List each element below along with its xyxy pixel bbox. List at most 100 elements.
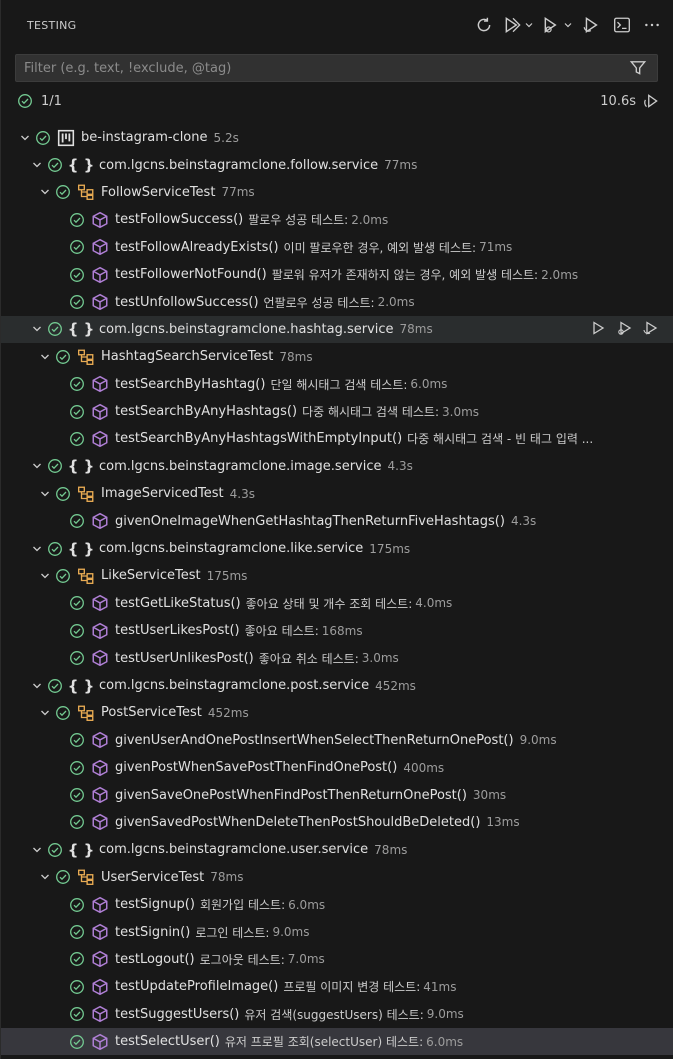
debug-test-button[interactable]	[616, 320, 632, 340]
chevron-down-icon[interactable]	[37, 705, 53, 721]
test-method-row[interactable]: testLogout() 로그아웃 테스트: 7.0ms	[1, 946, 673, 973]
expand-chevron	[41, 354, 49, 360]
filter-input[interactable]	[24, 60, 627, 76]
tree-node-package[interactable]: { } com.lgcns.beinstagramclone.like.servi…	[1, 535, 673, 562]
check-circle-icon	[56, 486, 70, 501]
test-method-row[interactable]: testFollowerNotFound() 팔로워 유저가 존재하지 않는 경우…	[1, 261, 673, 288]
tree-node-package[interactable]: { } com.lgcns.beinstagramclone.hashtag.se…	[1, 315, 673, 344]
node-name: PostServiceTest	[101, 705, 202, 721]
chevron-down-icon[interactable]	[37, 869, 53, 885]
cube-icon	[92, 649, 108, 667]
test-method-row[interactable]: givenUserAndOnePostInsertWhenSelectThenR…	[1, 727, 673, 754]
node-name: com.lgcns.beinstagramclone.hashtag.servi…	[99, 321, 394, 337]
check-circle-icon	[70, 240, 84, 255]
cube-icon	[92, 923, 108, 941]
method-cube-icon	[91, 950, 109, 968]
test-summary: 1/1 10.6s	[17, 88, 662, 114]
chevron-down-icon[interactable]	[37, 349, 53, 365]
test-method-row[interactable]: testSearchByAnyHashtagsWithEmptyInput() 다…	[1, 425, 673, 452]
show-output-button[interactable]	[611, 14, 633, 36]
cube-icon	[92, 403, 108, 420]
test-method-row[interactable]: testSignup() 회원가입 테스트: 6.0ms	[1, 891, 673, 918]
tree-node-package[interactable]: { } com.lgcns.beinstagramclone.post.servi…	[1, 672, 673, 699]
test-method-row[interactable]: testSelectUser() 유저 프로필 조회(selectUser) 테스…	[1, 1027, 673, 1056]
chevron-down-icon[interactable]	[17, 130, 33, 146]
tree-node-class[interactable]: UserServiceTest 78ms	[1, 864, 673, 891]
test-method-row[interactable]: givenSavedPostWhenDeleteThenPostShouldBe…	[1, 809, 673, 836]
test-method-row[interactable]: testFollowAlreadyExists() 이미 팔로우한 경우, 예외 …	[1, 234, 673, 261]
class-icon	[77, 485, 95, 503]
passed-icon	[18, 94, 32, 108]
node-duration: 77ms	[221, 185, 255, 200]
passed-icon	[69, 376, 85, 392]
tree-node-class[interactable]: PostServiceTest 452ms	[1, 699, 673, 726]
chevron-down-icon[interactable]	[29, 458, 45, 474]
package-braces-icon: { }	[67, 840, 95, 859]
run-coverage-button[interactable]	[581, 14, 603, 36]
test-method-row[interactable]: givenSaveOnePostWhenFindPostThenReturnOn…	[1, 781, 673, 808]
debug-tests-button[interactable]	[542, 14, 573, 36]
tree-node-project[interactable]: be-instagram-clone 5.2s	[1, 124, 673, 151]
passed-icon	[69, 513, 85, 529]
node-duration: 3.0ms	[442, 404, 480, 419]
test-method-row[interactable]: testSignin() 로그인 테스트: 9.0ms	[1, 918, 673, 945]
run-tests-button[interactable]	[503, 14, 534, 36]
passed-icon	[69, 404, 85, 420]
check-circle-icon	[70, 596, 84, 611]
node-duration: 30ms	[472, 788, 507, 803]
tree-node-class[interactable]: LikeServiceTest 175ms	[1, 562, 673, 589]
method-cube-icon	[91, 293, 109, 311]
test-method-row[interactable]: givenPostWhenSavePostThenFindOnePost() 40…	[1, 754, 673, 781]
refresh-tests-button[interactable]	[473, 14, 495, 36]
method-cube-icon	[91, 923, 109, 941]
chevron-down-icon[interactable]	[29, 541, 45, 557]
tree-node-package[interactable]: { } com.lgcns.beinstagramclone.image.serv…	[1, 453, 673, 480]
node-name: givenSavedPostWhenDeleteThenPostShouldBe…	[115, 814, 481, 830]
test-method-row[interactable]: givenOneImageWhenGetHashtagThenReturnFiv…	[1, 507, 673, 534]
class-icon	[77, 704, 95, 722]
test-method-row[interactable]: testUpdateProfileImage() 프로필 이미지 변경 테스트: 4…	[1, 973, 673, 1000]
chevron-down-icon[interactable]	[29, 321, 45, 337]
test-method-row[interactable]: testSuggestUsers() 유저 검색(suggestUsers) 테스…	[1, 1001, 673, 1028]
passed-icon	[47, 321, 63, 337]
test-method-row[interactable]: testGetLikeStatus() 좋아요 상태 및 개수 조회 테스트: 4.…	[1, 590, 673, 617]
check-circle-icon	[56, 185, 70, 200]
test-method-row[interactable]: testFollowSuccess() 팔로우 성공 테스트: 2.0ms	[1, 206, 673, 233]
cube-icon	[92, 814, 108, 831]
coverage-test-button[interactable]	[642, 320, 658, 340]
node-name: givenOneImageWhenGetHashtagThenReturnFiv…	[115, 513, 505, 529]
node-duration: 7.0ms	[287, 952, 325, 967]
method-cube-icon	[91, 238, 109, 256]
check-circle-icon	[70, 377, 84, 392]
check-circle-icon	[70, 952, 84, 967]
passed-icon	[69, 623, 85, 639]
test-description: 팔로우 성공 테스트:	[248, 213, 349, 228]
passed-icon	[69, 239, 85, 255]
chevron-down-icon[interactable]	[37, 184, 53, 200]
test-method-row[interactable]: testSearchByAnyHashtags() 다중 해시태그 검색 테스트:…	[1, 398, 673, 425]
chevron-down-icon[interactable]	[29, 678, 45, 694]
run-test-button[interactable]	[590, 320, 606, 340]
node-name: testSearchByAnyHashtags()	[115, 404, 298, 420]
chevron-down-icon[interactable]	[29, 842, 45, 858]
test-method-row[interactable]: testUserLikesPost() 좋아요 테스트: 168ms	[1, 617, 673, 644]
chevron-down-icon[interactable]	[37, 568, 53, 584]
passed-icon	[69, 267, 85, 283]
method-cube-icon	[91, 759, 109, 777]
tree-node-package[interactable]: { } com.lgcns.beinstagramclone.follow.ser…	[1, 151, 673, 178]
tree-node-package[interactable]: { } com.lgcns.beinstagramclone.user.servi…	[1, 836, 673, 863]
cube-icon	[92, 622, 108, 639]
passed-icon	[69, 814, 85, 830]
test-method-row[interactable]: testUnfollowSuccess() 언팔로우 성공 테스트: 2.0ms	[1, 288, 673, 315]
rerun-last-button[interactable]	[640, 90, 662, 112]
test-method-row[interactable]: testUserUnlikesPost() 좋아요 취소 테스트: 3.0ms	[1, 644, 673, 671]
filter-options-button[interactable]	[627, 57, 649, 79]
chevron-down-icon[interactable]	[29, 157, 45, 173]
tree-node-class[interactable]: FollowServiceTest 77ms	[1, 179, 673, 206]
more-actions-button[interactable]	[641, 14, 663, 36]
method-cube-icon	[91, 375, 109, 393]
tree-node-class[interactable]: ImageServicedTest 4.3s	[1, 480, 673, 507]
test-method-row[interactable]: testSearchByHashtag() 단일 해시태그 검색 테스트: 6.0m…	[1, 371, 673, 398]
chevron-down-icon[interactable]	[37, 486, 53, 502]
tree-node-class[interactable]: HashtagSearchServiceTest 78ms	[1, 343, 673, 370]
